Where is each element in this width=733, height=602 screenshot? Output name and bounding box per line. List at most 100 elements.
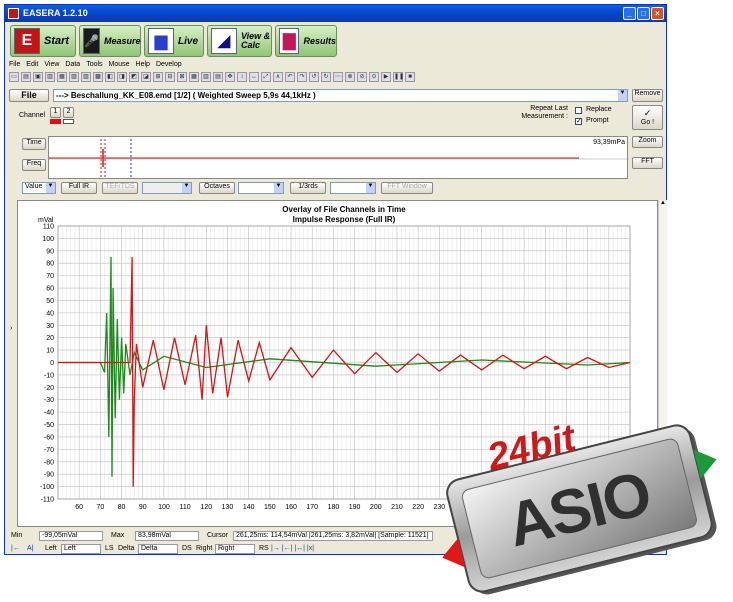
- third-octave-select[interactable]: ▼: [330, 182, 376, 194]
- right-input[interactable]: Right: [215, 544, 255, 554]
- prompt-checkbox[interactable]: ✓: [575, 118, 582, 125]
- menu-view[interactable]: View: [44, 61, 59, 71]
- toolbar-tool-icon[interactable]: ■: [405, 72, 415, 82]
- toolbar-tool-icon[interactable]: ⊞: [153, 72, 163, 82]
- menu-help[interactable]: Help: [136, 61, 150, 71]
- toolbar-tool-icon[interactable]: ◧: [105, 72, 115, 82]
- toolbar-tool-icon[interactable]: ⊘: [357, 72, 367, 82]
- y-tick-label: -50: [44, 422, 54, 429]
- toolbar-tool-icon[interactable]: ↷: [297, 72, 307, 82]
- toolbar-tool-icon[interactable]: ▨: [81, 72, 91, 82]
- x-tick-label: 140: [243, 504, 255, 511]
- freq-button[interactable]: Freq: [22, 159, 46, 171]
- min-value: -99,05mVal: [39, 531, 103, 541]
- chart-subtitle: Impulse Response (Full IR): [293, 215, 396, 224]
- toolbar-tool-icon[interactable]: ↻: [321, 72, 331, 82]
- value-select-label: Value: [25, 183, 43, 190]
- toolbar-tool-icon[interactable]: ◨: [117, 72, 127, 82]
- toolbar-tool-icon[interactable]: ▩: [93, 72, 103, 82]
- go-button[interactable]: ✓ Go !: [632, 105, 663, 130]
- toolbar-tool-icon[interactable]: ↕: [237, 72, 247, 82]
- toolbar-tool-icon[interactable]: ❚❚: [393, 72, 404, 82]
- max-value: 83,98mVal: [135, 531, 199, 541]
- toolbar-tool-icon[interactable]: ⊗: [345, 72, 355, 82]
- left-input[interactable]: Left: [61, 544, 101, 554]
- x-tick-label: 60: [75, 504, 83, 511]
- menu-file[interactable]: File: [9, 61, 20, 71]
- toolbar-tool-icon[interactable]: ▥: [201, 72, 211, 82]
- value-select[interactable]: Value ▼: [22, 182, 56, 194]
- toolbar-tool-icon[interactable]: ∧: [273, 72, 283, 82]
- mode-measure-label: Measure: [103, 36, 141, 46]
- delta-input[interactable]: Delta: [138, 544, 178, 554]
- y-tick-label: 100: [42, 236, 54, 243]
- ds-label: DS: [182, 545, 192, 552]
- menu-data[interactable]: Data: [65, 61, 80, 71]
- channel-1-tab[interactable]: 1: [50, 107, 61, 118]
- toolbar-tool-icon[interactable]: ▦: [189, 72, 199, 82]
- toolbar-tool-icon[interactable]: ▧: [69, 72, 79, 82]
- side-expand-icon[interactable]: ›: [10, 325, 12, 332]
- toolbar-tool-icon[interactable]: ▣: [33, 72, 43, 82]
- mode-start-button[interactable]: E Start: [10, 25, 76, 57]
- x-tick-label: 170: [306, 504, 318, 511]
- toolbar-tool-icon[interactable]: ▤: [21, 72, 31, 82]
- toolbar-tool-icon[interactable]: ▭: [9, 72, 19, 82]
- toolbar-tool-icon[interactable]: ⊙: [369, 72, 379, 82]
- time-button[interactable]: Time: [22, 138, 46, 150]
- toolbar-tool-icon[interactable]: ⊠: [177, 72, 187, 82]
- full-ir-button[interactable]: Full IR: [61, 182, 97, 194]
- minimize-button[interactable]: _: [623, 7, 636, 20]
- toolbar-tool-icon[interactable]: ⊟: [165, 72, 175, 82]
- mode-live-button[interactable]: ▆ Live: [144, 25, 204, 57]
- mode-measure-button[interactable]: 🎤 Measure: [79, 25, 141, 57]
- left-arrow-icon[interactable]: |←: [11, 545, 20, 552]
- y-tick-label: 50: [46, 298, 54, 305]
- toolbar-tool-icon[interactable]: ↺: [309, 72, 319, 82]
- file-select[interactable]: ---> Beschallung_KK_E08.emd [1/2] ( Weig…: [53, 89, 628, 102]
- left-cursor-icon[interactable]: A|: [27, 545, 34, 552]
- delta-label: Delta: [118, 545, 135, 552]
- menu-develop[interactable]: Develop: [156, 61, 182, 71]
- fft-button[interactable]: FFT: [632, 157, 663, 169]
- asio-badge: ASIO 24bit: [430, 405, 730, 600]
- third-octave-button[interactable]: 1/3rds: [290, 182, 326, 194]
- file-button[interactable]: File: [9, 89, 49, 102]
- remove-button[interactable]: Remove: [632, 89, 663, 102]
- mode-view-calc-button[interactable]: ◢ View & Calc: [207, 25, 272, 57]
- prompt-label: Prompt: [586, 117, 609, 124]
- maximize-button[interactable]: □: [637, 7, 650, 20]
- cursor-jump-icons[interactable]: |→ |←| |↔| |x|: [271, 545, 314, 552]
- toolbar-tool-icon[interactable]: ▦: [57, 72, 67, 82]
- y-tick-label: 80: [46, 261, 54, 268]
- toolbar-tool-icon[interactable]: ⤢: [261, 72, 271, 82]
- tef-tds-button[interactable]: TEF/TDS: [102, 182, 138, 194]
- toolbar-tool-icon[interactable]: ▶: [381, 72, 391, 82]
- toolbar-tool-icon[interactable]: ◪: [141, 72, 151, 82]
- overview-panel[interactable]: 93,39mPa: [48, 136, 629, 179]
- zoom-button[interactable]: Zoom: [632, 136, 663, 148]
- tef-select[interactable]: ▼: [142, 182, 192, 194]
- mode-results-button[interactable]: ▇ Results: [275, 25, 337, 57]
- replace-checkbox[interactable]: [575, 107, 582, 114]
- cursor-value: 261,25ms: 114,54mVal |261,25ms: 3,82mVal…: [233, 531, 433, 541]
- toolbar-tool-icon[interactable]: ↶: [285, 72, 295, 82]
- toolbar-tool-icon[interactable]: ✥: [225, 72, 235, 82]
- toolbar-tool-icon[interactable]: ▥: [45, 72, 55, 82]
- menu-tools[interactable]: Tools: [86, 61, 102, 71]
- x-tick-label: 110: [180, 504, 191, 511]
- octaves-button[interactable]: Octaves: [199, 182, 235, 194]
- close-button[interactable]: ×: [651, 7, 664, 20]
- toolbar-tool-icon[interactable]: ↔: [249, 72, 259, 82]
- channel-2-tab[interactable]: 2: [63, 107, 74, 118]
- chevron-down-icon: ▼: [182, 183, 191, 193]
- menu-mouse[interactable]: Mouse: [109, 61, 130, 71]
- fft-window-button[interactable]: FFT Window: [381, 182, 433, 194]
- toolbar-tool-icon[interactable]: ▤: [213, 72, 223, 82]
- menu-edit[interactable]: Edit: [26, 61, 38, 71]
- menu-bar: File Edit View Data Tools Mouse Help Dev…: [9, 61, 182, 71]
- toolbar: ▭ ▤ ▣ ▥ ▦ ▧ ▨ ▩ ◧ ◨ ◩ ◪ ⊞ ⊟ ⊠ ▦ ▥ ▤ ✥ ↕ ↔ ⤢ ∧ ↶ ↷ ↺ ↻ ⋯ ⊗ ⊘ ⊙ ▶ ❚❚ ■: [9, 72, 415, 86]
- toolbar-tool-icon[interactable]: ◩: [129, 72, 139, 82]
- toolbar-tool-icon[interactable]: ⋯: [333, 72, 343, 82]
- octaves-select[interactable]: ▼: [238, 182, 284, 194]
